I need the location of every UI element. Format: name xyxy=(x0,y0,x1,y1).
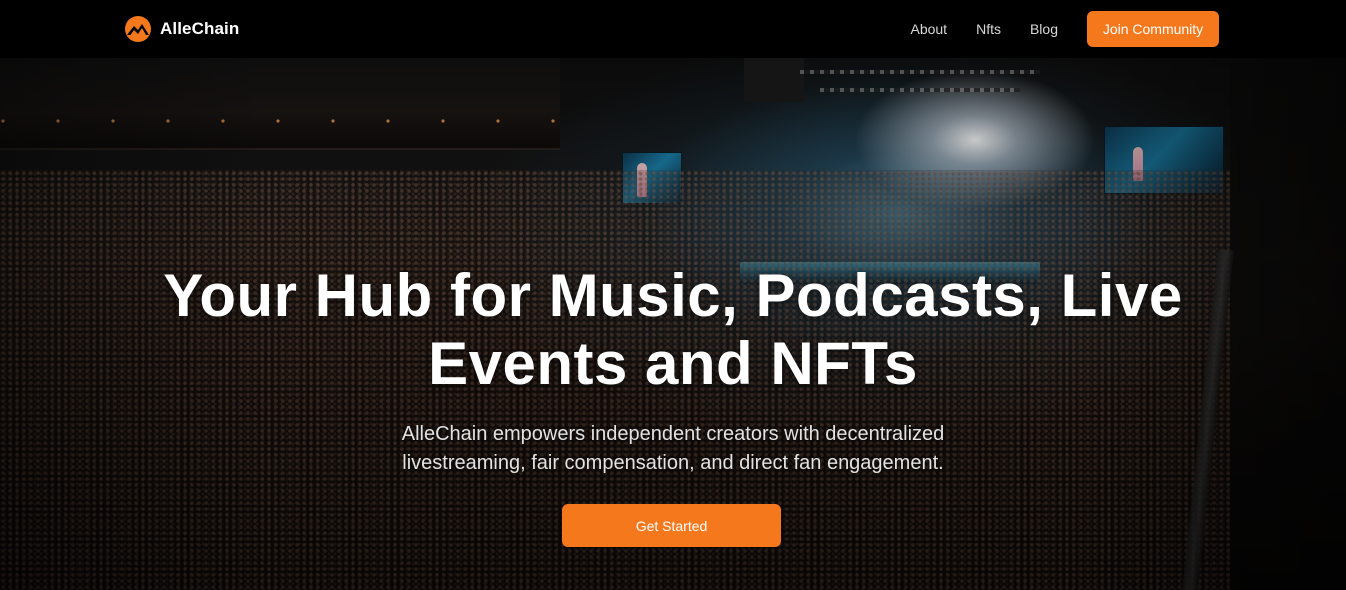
nav-link-about[interactable]: About xyxy=(910,21,947,37)
get-started-button[interactable]: Get Started xyxy=(562,504,781,547)
top-navbar: AlleChain About Nfts Blog Join Community xyxy=(0,0,1346,58)
hero-section: AlleChain About Nfts Blog Join Community… xyxy=(0,0,1346,590)
mountain-sun-logo-icon xyxy=(125,16,151,42)
hero-title-line1: Your Hub for Music, Podcasts, Live xyxy=(163,262,1183,329)
hero-subtitle-line1: AlleChain empowers independent creators … xyxy=(401,423,945,445)
brand[interactable]: AlleChain xyxy=(124,13,239,45)
hero-subtitle: AlleChain empowers independent creators … xyxy=(373,420,973,478)
nav-link-nfts[interactable]: Nfts xyxy=(976,21,1001,37)
join-community-button[interactable]: Join Community xyxy=(1087,11,1219,47)
nav-link-blog[interactable]: Blog xyxy=(1030,21,1058,37)
hero-title-line2: Events and NFTs xyxy=(428,330,918,397)
hero-title: Your Hub for Music, Podcasts, Live Event… xyxy=(0,262,1346,398)
hero-subtitle-line2: livestreaming, fair compensation, and di… xyxy=(402,452,944,474)
nav-links: About Nfts Blog Join Community xyxy=(910,11,1219,47)
brand-name: AlleChain xyxy=(160,19,240,38)
